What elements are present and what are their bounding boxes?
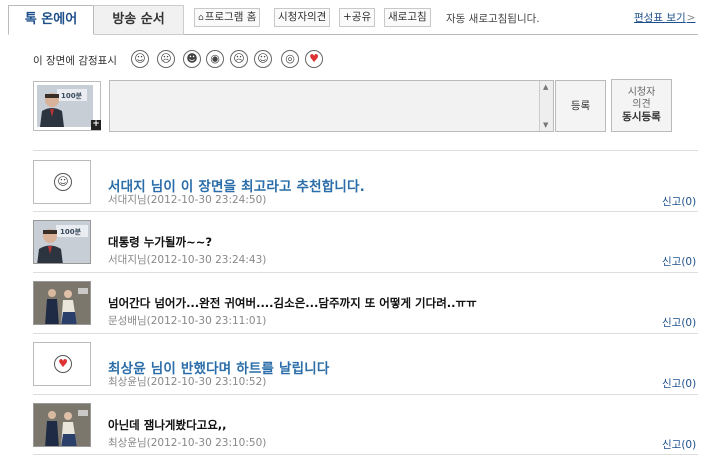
list-item: 넘어간다 넘어가...완전 귀여버....김소은...담주까지 또 어떻게 기다… (0, 273, 706, 334)
smile-icon: ☺ (54, 173, 72, 191)
share-button[interactable]: +공유 (339, 8, 376, 27)
avatar (33, 281, 91, 325)
program-home-button[interactable]: ⌂프로그램 홈 (194, 8, 261, 27)
submit-button[interactable]: 등록 (555, 80, 606, 132)
comment-meta: 서대지님(2012-10-30 23:24:43) (108, 254, 267, 266)
svg-text:100분: 100분 (61, 91, 83, 100)
scroll-down-icon[interactable]: ▼ (543, 121, 548, 129)
emotion-avatar: ♥ (33, 342, 91, 386)
schedule-link[interactable]: 편성표 보기> (634, 10, 695, 25)
list-item: ♥ 최상윤 님이 반했다며 하트를 날립니다 최상윤님(2012-10-30 23:… (0, 334, 706, 395)
comment-meta: 최상윤님(2012-10-30 23:10:52) (108, 376, 267, 388)
emotion-avatar: ☺ (33, 160, 91, 204)
report-link[interactable]: 신고(0) (662, 315, 696, 330)
report-link[interactable]: 신고(0) (662, 254, 696, 269)
auto-refresh-text: 자동 새로고침됩니다. (446, 13, 540, 25)
svg-text:100분: 100분 (60, 227, 82, 236)
surprised-icon[interactable]: ◉ (206, 50, 224, 68)
list-item: 100분대통령 누가될까~~? 서대지님(2012-10-30 23:24:43)… (0, 212, 706, 273)
refresh-button[interactable]: 새로고침 (384, 8, 431, 27)
avatar: 100분 (33, 220, 91, 264)
list-item: 아닌데 잼나게봤다고요,, 최상윤님(2012-10-30 23:10:50) 신고… (0, 395, 706, 455)
heart-eyes-icon[interactable]: ♥ (305, 50, 323, 68)
angry-icon[interactable]: ☹ (230, 50, 248, 68)
divider (33, 150, 698, 151)
top-toolbar: 톡 온에어 방송 순서 ⌂프로그램 홈 시청자의견 +공유 새로고침 자동 새로… (8, 5, 698, 35)
comment-text: 넘어간다 넘어가...완전 귀여버....김소은...담주까지 또 어떻게 기다… (108, 296, 477, 310)
tab-broadcast-order[interactable]: 방송 순서 (94, 5, 184, 35)
sleepy-icon[interactable]: ☺ (254, 50, 272, 68)
comment-meta: 문성배님(2012-10-30 23:11:01) (108, 315, 267, 327)
scroll-up-icon[interactable]: ▲ (543, 83, 548, 91)
home-icon: ⌂ (198, 13, 204, 23)
emotion-label: 이 장면에 감정표시 (33, 55, 117, 67)
smile-icon[interactable]: ☺ (131, 50, 149, 68)
cry-icon[interactable]: ☹ (157, 50, 175, 68)
report-link[interactable]: 신고(0) (662, 437, 696, 452)
list-item: ☺ 서대지 님이 이 장면을 최고라고 추천합니다. 서대지님(2012-10-30… (0, 152, 706, 212)
add-photo-button[interactable]: + (91, 120, 101, 130)
comment-text: 아닌데 잼나게봤다고요,, (108, 418, 227, 432)
comment-text: 대통령 누가될까~~? (108, 235, 213, 249)
tab-talk-on-air[interactable]: 톡 온에어 (8, 5, 94, 35)
dizzy-icon[interactable]: ◎ (281, 50, 299, 68)
comment-input[interactable] (109, 80, 554, 132)
anchor-photo: 100분 (37, 85, 93, 127)
divider (33, 454, 698, 455)
viewer-opinion-button[interactable]: 시청자의견 (274, 8, 331, 27)
heart-eyes-icon: ♥ (54, 355, 72, 373)
laugh-icon[interactable]: ☻ (183, 50, 201, 68)
comment-meta: 최상윤님(2012-10-30 23:10:50) (108, 437, 267, 449)
chevron-right-icon: > (686, 12, 696, 24)
report-link[interactable]: 신고(0) (662, 194, 696, 209)
report-link[interactable]: 신고(0) (662, 376, 696, 391)
avatar (33, 403, 91, 447)
viewer-co-register-button[interactable]: 시청자 의견 동시등록 (611, 79, 672, 132)
program-thumbnail: 100분 + (33, 81, 101, 131)
comment-meta: 서대지님(2012-10-30 23:24:50) (108, 194, 267, 206)
comment-scrollbar[interactable]: ▲ ▼ (539, 81, 553, 131)
